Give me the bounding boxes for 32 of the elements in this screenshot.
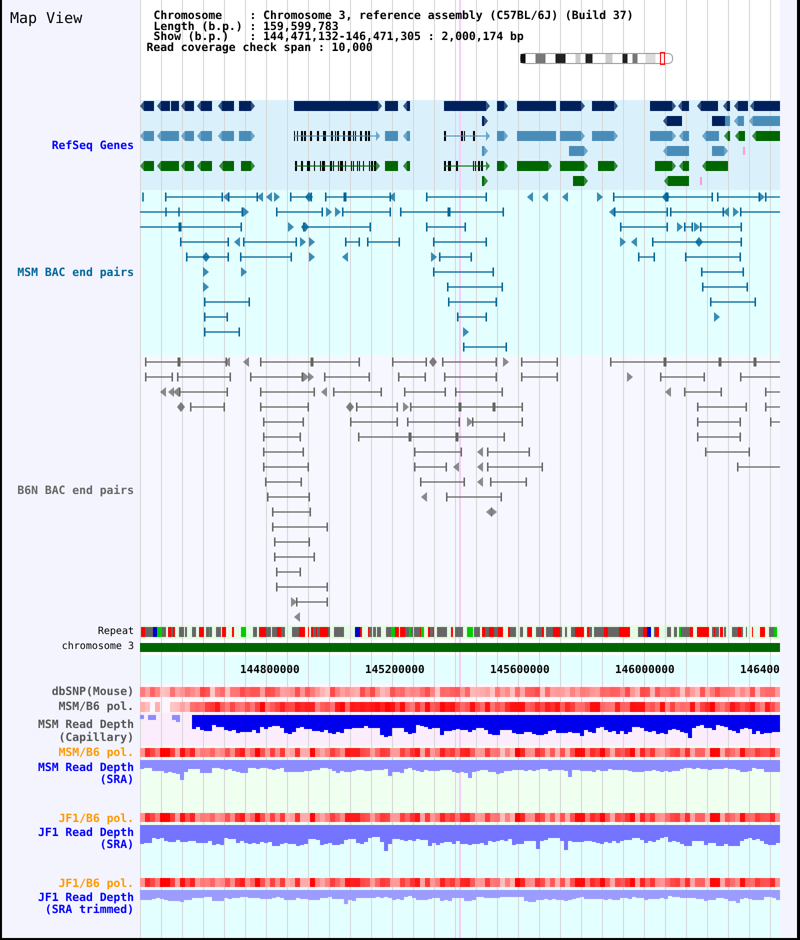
track-label: RefSeq Genes: [52, 138, 134, 152]
track-label: MSM/B6 pol.: [58, 746, 134, 759]
track-label: B6N BAC end pairs: [17, 484, 134, 496]
info-colon: :: [249, 20, 256, 31]
info-label: Show (b.p.): [154, 31, 229, 42]
track-label: JF1/B6 pol.: [58, 812, 134, 824]
page-title: Map View: [10, 11, 82, 26]
track-label: MSM Read Depth (Capillary): [36, 718, 134, 743]
track-label: JF1 Read Depth (SRA): [36, 826, 134, 850]
track-label: JF1 Read Depth (SRA trimmed): [36, 890, 134, 916]
info-value: 159,599,783: [263, 20, 339, 31]
info-value: 10,000: [332, 42, 373, 52]
info-value: Chromosome 3, reference assembly (C57BL/6J) (Build 37): [263, 10, 634, 20]
info-label: Length (b.p.): [154, 20, 243, 31]
info-colon: :: [249, 31, 256, 42]
ruler-tick-label: 145600000: [490, 663, 550, 676]
track-label: MSM/B6 pol.: [58, 700, 134, 712]
track-label: chromosome 3: [62, 641, 134, 653]
track-label: MSM Read Depth (SRA): [36, 760, 134, 786]
ruler-tick-label: 145200000: [365, 663, 425, 676]
track-label: MSM BAC end pairs: [17, 266, 134, 279]
info-colon: :: [318, 42, 325, 52]
info-value: 144,471,132-146,471,305 : 2,000,174 bp: [263, 31, 524, 42]
info-label: Chromosome: [154, 10, 222, 20]
ruler-tick-label: 144800000: [240, 663, 300, 676]
ruler-tick-label: 146400: [740, 663, 780, 676]
info-colon: :: [249, 10, 256, 20]
info-label: Read coverage check span: [146, 42, 312, 52]
ruler-tick-label: 146000000: [615, 663, 675, 676]
track-label: dbSNP(Mouse): [52, 685, 134, 698]
track-label: JF1/B6 pol.: [58, 876, 134, 890]
track-label: Repeat: [98, 626, 134, 638]
